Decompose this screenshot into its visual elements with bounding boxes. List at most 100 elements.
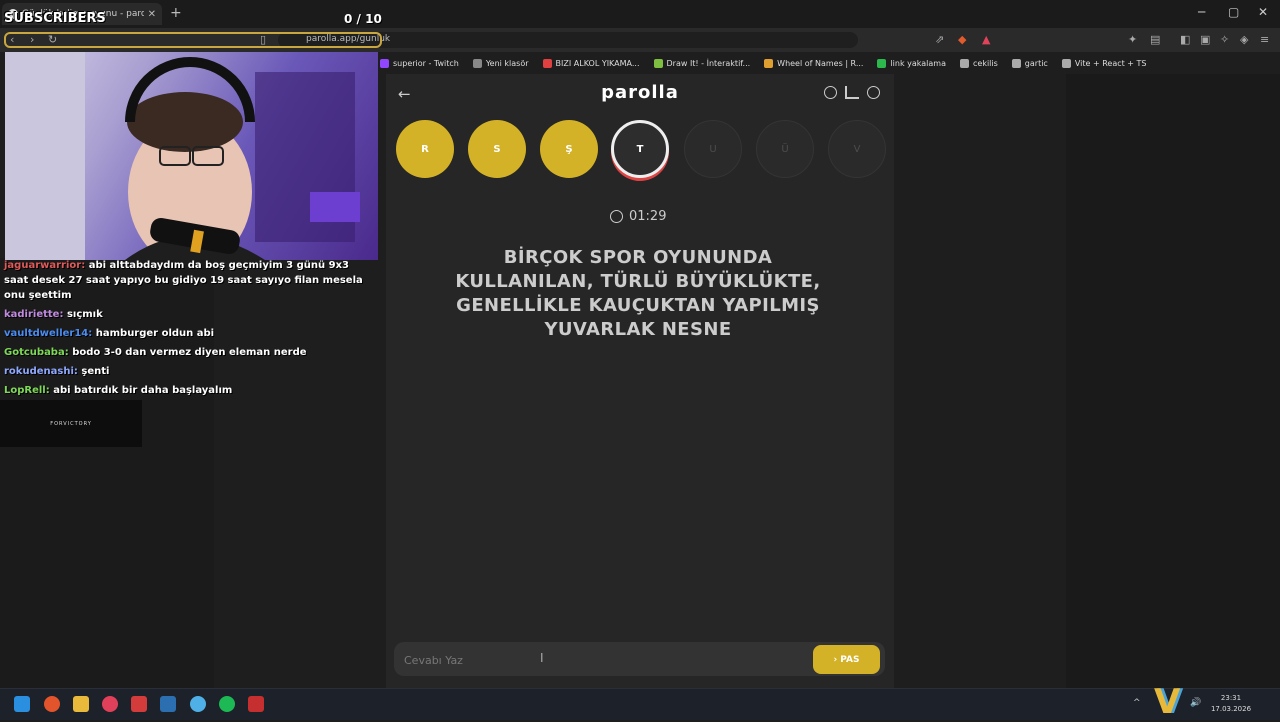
info-icon[interactable]	[824, 86, 837, 99]
system-clock[interactable]: 23:31 17.03.2026	[1206, 693, 1256, 715]
question-text: BİRÇOK SPOR OYUNUNDA KULLANILAN, TÜRLÜ B…	[455, 247, 821, 340]
bookmark-item[interactable]: gartic	[1011, 58, 1048, 68]
share-icon[interactable]: ⇗	[935, 33, 944, 46]
bookmark-item[interactable]: superior - Twitch	[380, 58, 459, 68]
letter-circle-done: Ş	[540, 120, 598, 178]
chat-username: vaultdweller14:	[4, 328, 93, 339]
chat-overlay: jaguarwarrior: abi alttabdaydım da boş g…	[0, 258, 380, 402]
letter-circle-pending: U	[684, 120, 742, 178]
forward-nav-icon[interactable]: ›	[30, 33, 34, 46]
bookmark-label: Wheel of Names | R...	[777, 58, 864, 68]
bookmark-item[interactable]: BIZI ALKOL YIKAMA...	[542, 58, 640, 68]
bookmark-item[interactable]: Yeni klasör	[472, 58, 529, 68]
bookmark-favicon-icon	[764, 58, 774, 68]
letter-circle-done: S	[468, 120, 526, 178]
back-nav-icon[interactable]: ‹	[10, 33, 14, 46]
bookmark-item[interactable]: Draw It! - İnteraktif...	[653, 58, 751, 68]
chat-username: rokudenashi:	[4, 366, 78, 377]
chat-username: LopRell:	[4, 385, 50, 396]
pass-button[interactable]: › PAS	[813, 645, 880, 674]
chat-username: Gotcubaba:	[4, 347, 69, 358]
volume-icon[interactable]: 🔊	[1190, 698, 1201, 708]
brave-taskbar-icon[interactable]	[44, 696, 60, 712]
bookmark-label: Draw It! - İnteraktif...	[666, 58, 751, 68]
close-window-button[interactable]: ✕	[1258, 5, 1268, 19]
chat-message: kadiriette: sıçmık	[4, 307, 376, 322]
address-highlight-box	[4, 32, 382, 48]
wallet-icon[interactable]: ▣	[1200, 33, 1210, 46]
back-arrow-icon[interactable]: ←	[398, 85, 411, 103]
chat-text: şenti	[77, 366, 110, 377]
steam-icon[interactable]	[160, 696, 176, 712]
browser-icon[interactable]	[190, 696, 206, 712]
right-gutter	[1066, 74, 1280, 688]
chat-message: jaguarwarrior: abi alttabdaydım da boş g…	[4, 258, 376, 303]
bookmark-label: cekilis	[973, 58, 998, 68]
clock-icon	[610, 210, 623, 223]
bookmarks-bar: superior - Twitch Yeni klasör BIZI ALKOL Y…	[378, 54, 1280, 72]
reload-icon[interactable]: ↻	[48, 33, 57, 46]
bookmark-label: superior - Twitch	[393, 58, 459, 68]
letter-circle-pending: Ü	[756, 120, 814, 178]
bookmark-item[interactable]: link yakalama	[877, 58, 946, 68]
explorer-icon[interactable]	[73, 696, 89, 712]
chat-message: LopRell: abi batırdık bir daha başlayalı…	[4, 383, 376, 398]
menu-icon[interactable]: ≡	[1260, 33, 1269, 46]
chat-text: bodo 3-0 dan vermez diyen eleman nerde	[68, 347, 307, 358]
clock-time: 23:31	[1220, 694, 1242, 702]
bookmark-favicon-icon	[380, 58, 389, 68]
bookmark-label: gartic	[1024, 58, 1048, 68]
bookmark-favicon-icon	[472, 58, 482, 68]
bookmark-label: Yeni klasör	[485, 58, 529, 68]
bookmark-favicon-icon	[960, 58, 969, 68]
reader-icon[interactable]: ▤	[1150, 33, 1160, 46]
maps-icon[interactable]	[102, 696, 118, 712]
webcam-scene	[5, 52, 360, 260]
chat-message: vaultdweller14: hamburger oldun abi	[4, 326, 376, 341]
sponsor-banner: FORVICTORY	[0, 400, 142, 447]
chat-text: sıçmık	[63, 309, 103, 320]
spotify-icon[interactable]	[219, 696, 235, 712]
webcam-feed	[5, 52, 378, 260]
letter-circle-active: T	[611, 120, 669, 178]
profile-icon[interactable]	[867, 86, 880, 99]
tab-strip	[0, 0, 1280, 28]
minimize-button[interactable]: ─	[1198, 5, 1205, 19]
timer: 01:29	[610, 209, 670, 224]
sidebar-icon[interactable]: ◧	[1180, 33, 1190, 46]
answer-input[interactable]	[404, 652, 704, 668]
vpn-icon[interactable]: ◈	[1240, 33, 1248, 46]
bookmark-favicon-icon	[877, 58, 887, 68]
subscribers-label: SUBSCRIBERS	[4, 11, 106, 26]
start-icon[interactable]	[14, 696, 30, 712]
chevron-right-icon: ›	[833, 654, 838, 665]
leo-icon[interactable]: ✧	[1220, 33, 1229, 46]
rewards-icon[interactable]: ▲	[982, 33, 990, 46]
extensions-icon[interactable]: ✦	[1128, 33, 1137, 46]
chat-message: Gotcubaba: bodo 3-0 dan vermez diyen ele…	[4, 345, 376, 360]
app-icon[interactable]	[131, 696, 147, 712]
voicemeeter-icon[interactable]	[248, 696, 264, 712]
v-logo-icon: V	[1154, 682, 1181, 722]
bookmark-item[interactable]: Vite + React + TS	[1061, 58, 1147, 68]
bookmark-label: link yakalama	[890, 58, 946, 68]
new-tab-button[interactable]: +	[170, 5, 182, 21]
page-title: parolla	[601, 82, 679, 103]
chat-text: hamburger oldun abi	[92, 328, 215, 339]
brave-shield-icon[interactable]: ◆	[958, 33, 966, 46]
clock-date: 17.03.2026	[1210, 705, 1252, 713]
subscriber-counter: 0 / 10	[344, 12, 382, 26]
tray-chevron-icon[interactable]: ^	[1133, 698, 1141, 708]
bookmark-favicon-icon	[653, 58, 663, 68]
stats-icon[interactable]	[845, 86, 859, 99]
chat-username: jaguarwarrior:	[4, 260, 86, 271]
bookmark-label: Vite + React + TS	[1074, 58, 1147, 68]
bookmark-item[interactable]: Wheel of Names | R...	[764, 58, 864, 68]
chat-message: rokudenashi: şenti	[4, 364, 376, 379]
tab-close-icon[interactable]: ✕	[148, 9, 156, 20]
text-cursor-icon: I	[540, 651, 544, 665]
pass-label: PAS	[840, 654, 860, 665]
maximize-button[interactable]: ▢	[1228, 5, 1239, 19]
letter-circle-done: R	[396, 120, 454, 178]
bookmark-item[interactable]: cekilis	[960, 58, 998, 68]
